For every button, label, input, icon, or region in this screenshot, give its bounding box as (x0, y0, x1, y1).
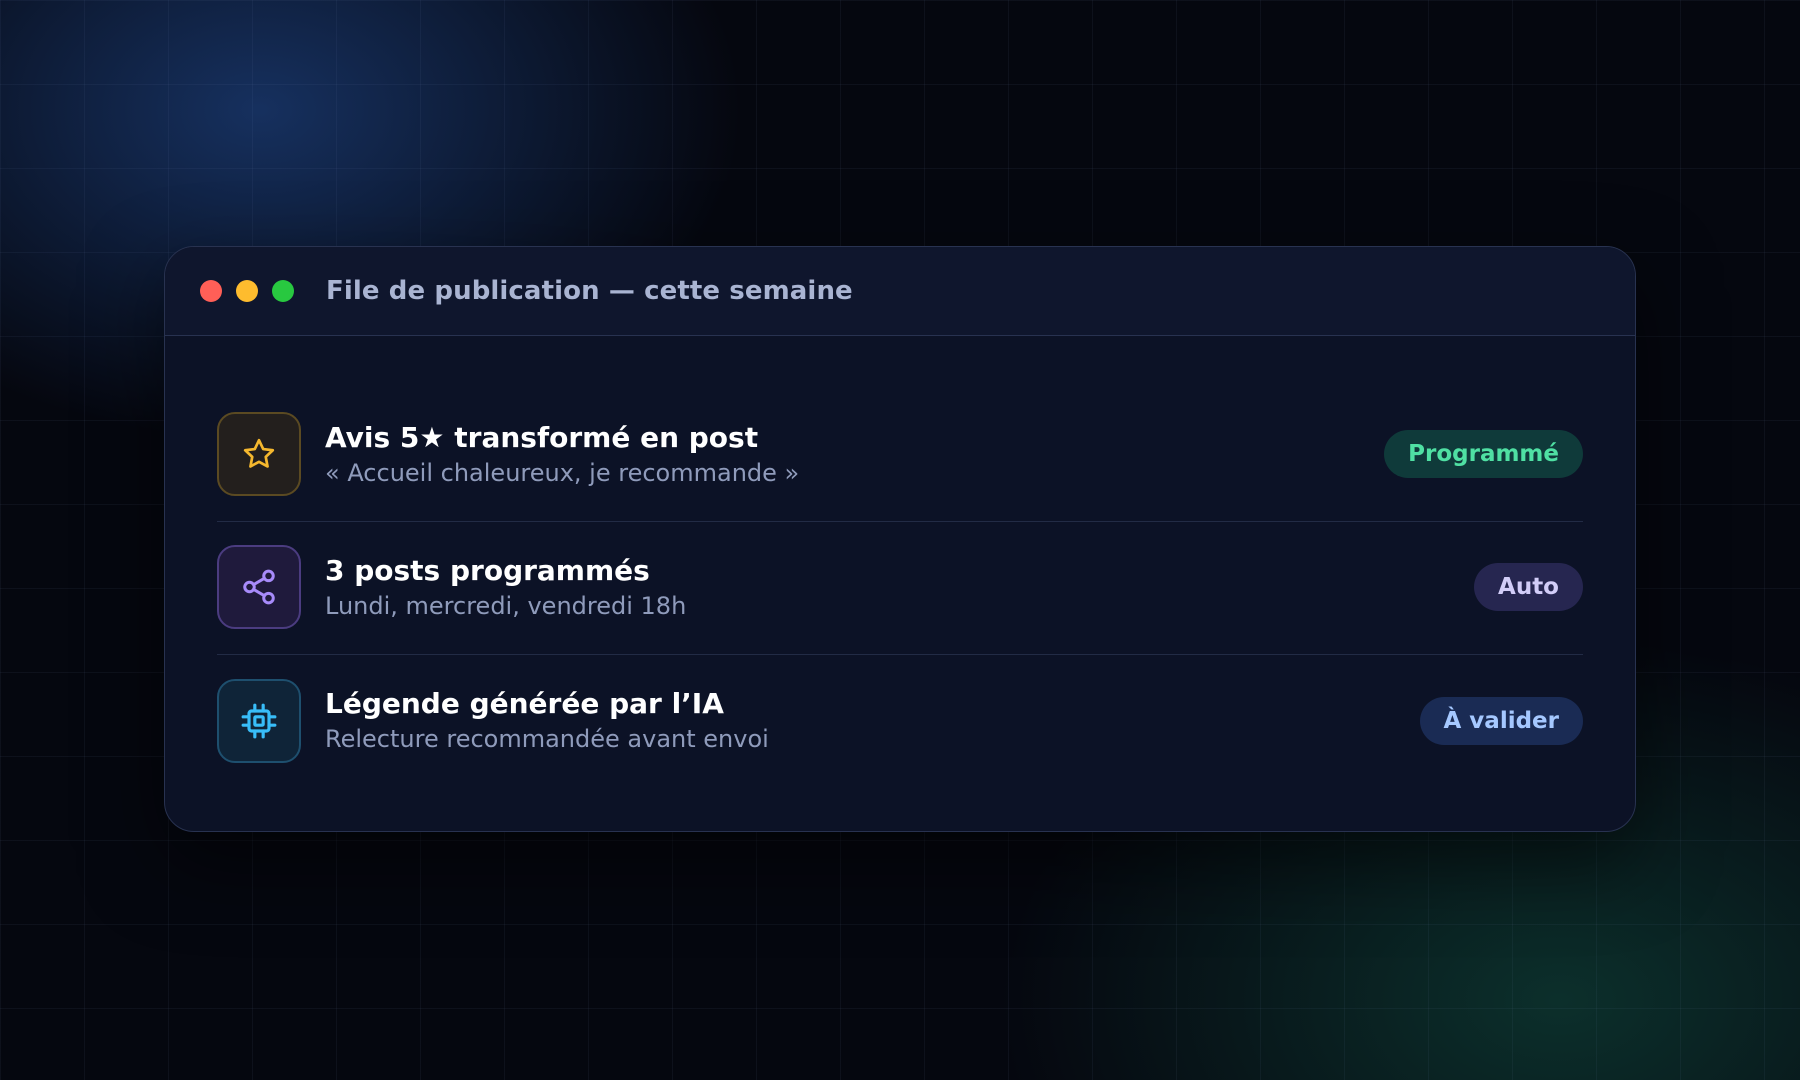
status-badge-to-validate: À valider (1419, 696, 1583, 745)
list-item-subtitle: « Accueil chaleureux, je recommande » (325, 458, 800, 487)
list-item-ai-caption[interactable]: Légende générée par l’IA Relecture recom… (217, 655, 1583, 788)
list-item-title: 3 posts programmés (325, 553, 650, 587)
star-icon (243, 438, 275, 468)
list-item-title: Avis 5★ transformé en post (325, 420, 759, 454)
status-badge-auto: Auto (1474, 563, 1583, 611)
status-badge-scheduled: Programmé (1384, 430, 1583, 478)
share-icon-box (217, 545, 301, 629)
list-item-text: 3 posts programmés Lundi, mercredi, vend… (325, 553, 1474, 622)
publication-queue-window: File de publication — cette semaine Avis… (164, 246, 1636, 832)
minimize-window-button[interactable] (236, 280, 258, 302)
list-item-title: Légende générée par l’IA (325, 687, 724, 720)
close-window-button[interactable] (200, 280, 222, 302)
publication-list: Avis 5★ transformé en post « Accueil cha… (165, 336, 1635, 788)
chip-icon-box (217, 678, 301, 763)
chip-icon (241, 703, 277, 738)
list-item-review-post[interactable]: Avis 5★ transformé en post « Accueil cha… (217, 389, 1583, 522)
maximize-window-button[interactable] (272, 280, 294, 302)
list-item-scheduled-posts[interactable]: 3 posts programmés Lundi, mercredi, vend… (217, 522, 1583, 655)
list-item-subtitle: Relecture recommandée avant envoi (325, 725, 769, 753)
list-item-text: Légende générée par l’IA Relecture recom… (325, 686, 1420, 755)
share-icon (243, 569, 275, 605)
list-item-text: Avis 5★ transformé en post « Accueil cha… (325, 420, 1384, 489)
list-item-subtitle: Lundi, mercredi, vendredi 18h (325, 591, 687, 620)
star-icon-box (217, 412, 301, 496)
window-titlebar: File de publication — cette semaine (165, 247, 1635, 336)
window-title: File de publication — cette semaine (326, 276, 853, 306)
